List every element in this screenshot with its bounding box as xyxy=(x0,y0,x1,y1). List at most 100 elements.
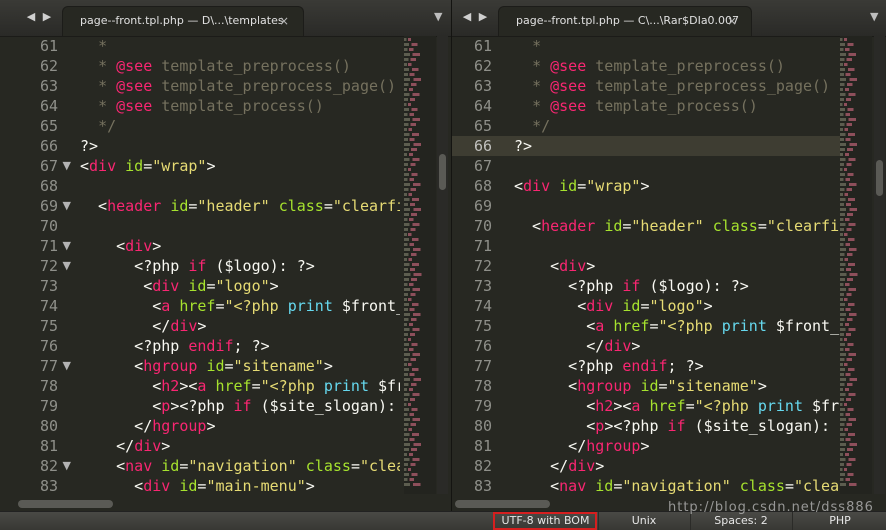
minimap-line xyxy=(404,468,418,471)
scroll-thumb[interactable] xyxy=(876,160,883,196)
forward-arrow-icon[interactable]: ▶ xyxy=(40,9,54,25)
line-number: 64 xyxy=(473,97,492,115)
back-arrow-icon[interactable]: ◀ xyxy=(460,9,474,25)
minimap-line xyxy=(404,308,423,311)
code-line: </div> xyxy=(80,437,171,455)
scroll-thumb[interactable] xyxy=(439,154,446,190)
fold-arrow-icon[interactable]: ▼ xyxy=(63,236,71,256)
line-number: 75 xyxy=(39,317,58,335)
code-line: <p><?php if ($site_slogan): xyxy=(514,417,831,435)
minimap-line xyxy=(840,143,872,146)
fold-arrow-icon[interactable]: ▼ xyxy=(63,356,71,376)
minimap-line xyxy=(840,138,860,141)
horizontal-scrollbar[interactable] xyxy=(18,500,113,508)
minimap-line xyxy=(404,188,427,191)
code-area[interactable]: * * @see template_preprocess() * @see te… xyxy=(514,36,840,512)
code-line: * @see template_preprocess_page() xyxy=(98,77,397,95)
forward-arrow-icon[interactable]: ▶ xyxy=(476,9,490,25)
minimap-line xyxy=(404,93,432,96)
close-icon[interactable]: × xyxy=(279,7,289,35)
minimap-line xyxy=(840,468,854,471)
code-line: * @see template_process() xyxy=(532,97,758,115)
minimap-line xyxy=(840,188,863,191)
minimap-line xyxy=(840,273,872,276)
minimap-line xyxy=(840,373,859,376)
minimap-line xyxy=(840,163,861,166)
minimap-line xyxy=(840,238,866,241)
code-line: <nav id="navigation" class="clea xyxy=(80,457,400,475)
minimap-line xyxy=(404,253,427,256)
minimap-line xyxy=(840,258,856,261)
line-number: 65 xyxy=(473,117,492,135)
tab-bar-right: ◀ ▶ page--front.tpl.php — C\...\Rar$DIa0… xyxy=(452,0,886,37)
line-number: 63 xyxy=(39,77,58,95)
chevron-down-icon[interactable]: ▼ xyxy=(434,10,442,23)
line-number: 73 xyxy=(473,277,492,295)
minimap-line xyxy=(840,48,858,51)
minimap-line xyxy=(840,183,870,186)
line-number: 72 xyxy=(473,257,492,275)
minimap-line xyxy=(404,108,429,111)
line-number: 76 xyxy=(39,337,58,355)
horizontal-scrollbar[interactable] xyxy=(455,500,550,508)
minimap-line xyxy=(404,153,421,156)
minimap-line xyxy=(840,198,867,201)
close-icon[interactable]: × xyxy=(727,7,737,35)
minimap-line xyxy=(404,458,433,461)
fold-arrow-icon[interactable]: ▼ xyxy=(63,196,71,216)
minimap-line xyxy=(840,248,871,251)
tab-page-front-left[interactable]: page--front.tpl.php — D\...\templates × xyxy=(62,6,304,36)
line-number: 80 xyxy=(473,417,492,435)
tab-page-front-right[interactable]: page--front.tpl.php — C\...\Rar$DIa0.007… xyxy=(498,6,752,36)
vertical-scrollbar[interactable] xyxy=(874,36,885,494)
watermark: http://blog.csdn.net/dss886 xyxy=(668,500,874,515)
minimap-line xyxy=(404,293,426,296)
code-line: * xyxy=(98,37,108,55)
minimap-line xyxy=(840,123,863,126)
fold-arrow-icon[interactable]: ▼ xyxy=(63,456,71,476)
line-number: 69 xyxy=(473,197,492,215)
vertical-scrollbar[interactable] xyxy=(437,36,448,494)
minimap-line xyxy=(840,263,868,266)
editor-pane-right[interactable]: ◀ ▶ page--front.tpl.php — C\...\Rar$DIa0… xyxy=(451,0,886,512)
minimap-line xyxy=(840,128,855,131)
minimap-line xyxy=(404,178,422,181)
code-line: * @see template_process() xyxy=(98,97,324,115)
fold-arrow-icon[interactable]: ▼ xyxy=(63,156,71,176)
fold-arrow-icon[interactable]: ▼ xyxy=(63,256,71,276)
minimap-line xyxy=(404,283,421,286)
minimap-line xyxy=(404,243,423,246)
line-number: 80 xyxy=(39,417,58,435)
line-number: 74 xyxy=(473,297,492,315)
minimap-line xyxy=(404,203,424,206)
minimap-line xyxy=(404,408,429,411)
editor-pane-left[interactable]: ◀ ▶ page--front.tpl.php — D\...\template… xyxy=(0,0,451,512)
minimap-line xyxy=(404,138,424,141)
minimap[interactable] xyxy=(404,36,436,494)
tab-title: page--front.tpl.php — D\...\templates xyxy=(80,14,284,27)
minimap[interactable] xyxy=(840,36,872,494)
minimap-line xyxy=(404,373,423,376)
minimap-line xyxy=(840,398,861,401)
minimap-line xyxy=(840,308,859,311)
minimap-line xyxy=(404,423,427,426)
code-line: <a href="<?php print $front_ xyxy=(80,297,400,315)
minimap-line xyxy=(404,228,426,231)
code-line: </div> xyxy=(514,337,641,355)
minimap-line xyxy=(840,483,870,486)
line-number: 67 xyxy=(473,157,492,175)
line-number: 71 xyxy=(473,237,492,255)
chevron-down-icon[interactable]: ▼ xyxy=(870,10,878,23)
encoding-indicator[interactable]: UTF-8 with BOM xyxy=(493,512,597,530)
back-arrow-icon[interactable]: ◀ xyxy=(24,9,38,25)
minimap-line xyxy=(404,263,432,266)
minimap-line xyxy=(840,463,861,466)
minimap-line xyxy=(840,218,857,221)
code-line: <div> xyxy=(514,257,596,275)
code-area[interactable]: * * @see template_preprocess() * @see te… xyxy=(80,36,400,512)
line-number: 81 xyxy=(473,437,492,455)
line-number: 67 ▼ xyxy=(39,156,71,176)
minimap-line xyxy=(840,83,864,86)
minimap-line xyxy=(840,368,867,371)
